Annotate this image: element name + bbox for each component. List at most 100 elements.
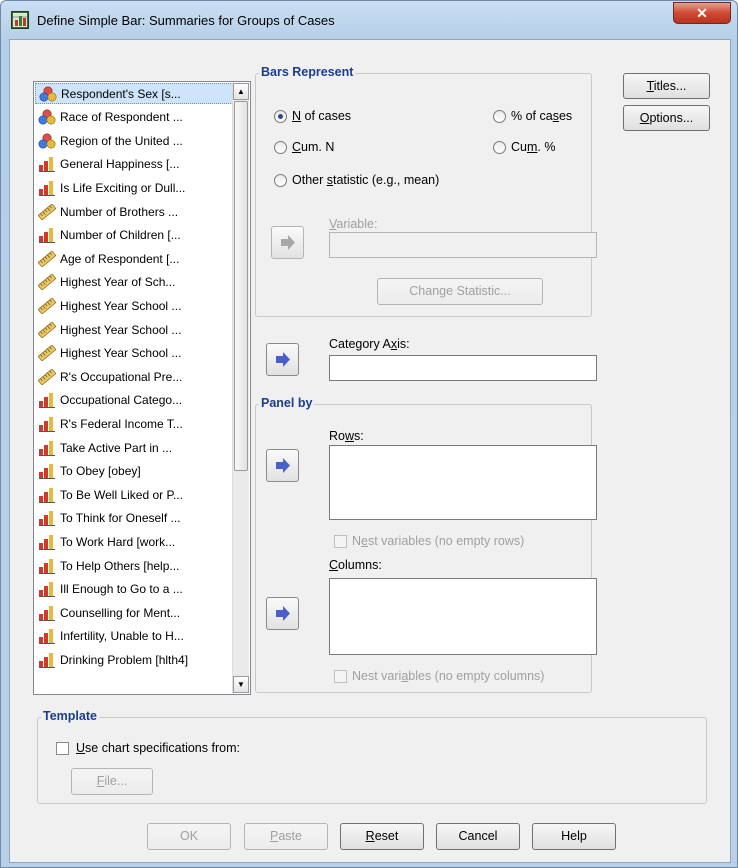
ordinal-variable-icon bbox=[38, 463, 56, 480]
titles-button[interactable]: Titles... bbox=[623, 73, 710, 99]
nest-rows-checkbox[interactable] bbox=[334, 535, 347, 548]
variable-list-item[interactable]: To Be Well Liked or P... bbox=[35, 484, 233, 505]
panel-by-legend: Panel by bbox=[259, 396, 315, 410]
use-chart-specifications-label[interactable]: Use chart specifications from: bbox=[76, 741, 240, 755]
category-axis-field[interactable] bbox=[329, 355, 597, 381]
variable-label: General Happiness [... bbox=[60, 157, 180, 172]
other-statistic-label[interactable]: Other statistic (e.g., mean) bbox=[292, 173, 439, 187]
variable-list-item[interactable]: Race of Respondent ... bbox=[35, 107, 233, 128]
cum-percent-radio[interactable] bbox=[493, 141, 506, 154]
move-variable-button[interactable] bbox=[271, 226, 304, 259]
variable-label: To Help Others [help... bbox=[60, 558, 180, 573]
ok-button[interactable]: OK bbox=[147, 823, 231, 850]
variable-list-item[interactable]: Occupational Catego... bbox=[35, 390, 233, 411]
ordinal-variable-icon bbox=[38, 227, 56, 244]
other-statistic-radio[interactable] bbox=[274, 174, 287, 187]
columns-field[interactable] bbox=[329, 578, 597, 655]
variable-list-item[interactable]: Highest Year of Sch... bbox=[35, 272, 233, 293]
scale-variable-icon bbox=[37, 344, 57, 362]
variable-label: Race of Respondent ... bbox=[60, 110, 183, 125]
cum-n-radio[interactable] bbox=[274, 141, 287, 154]
nominal-variable-icon bbox=[38, 133, 56, 149]
rows-label: Rows: bbox=[329, 429, 364, 443]
file-button[interactable]: File... bbox=[71, 768, 153, 795]
variable-list-item[interactable]: Counselling for Ment... bbox=[35, 602, 233, 623]
n-of-cases-radio[interactable] bbox=[274, 110, 287, 123]
ordinal-variable-icon bbox=[38, 581, 56, 598]
close-button[interactable]: ✕ bbox=[673, 2, 731, 24]
percent-of-cases-radio[interactable] bbox=[493, 110, 506, 123]
cum-n-label[interactable]: Cum. N bbox=[292, 140, 334, 154]
move-rows-button[interactable] bbox=[266, 449, 299, 482]
variable-label: To Obey [obey] bbox=[60, 464, 141, 479]
variable-list-item[interactable]: Number of Brothers ... bbox=[35, 201, 233, 222]
nominal-variable-icon bbox=[38, 109, 56, 125]
variable-list-item[interactable]: R's Occupational Pre... bbox=[35, 366, 233, 387]
variable-list-item[interactable]: Number of Children [... bbox=[35, 225, 233, 246]
move-category-axis-button[interactable] bbox=[266, 343, 299, 376]
scale-variable-icon bbox=[37, 202, 57, 221]
variable-list-item[interactable]: To Think for Oneself ... bbox=[35, 508, 233, 529]
variable-list-item[interactable]: To Obey [obey] bbox=[35, 461, 233, 482]
variable-field[interactable] bbox=[329, 232, 597, 258]
dialog-body: Drinking Problem [hlth4] Infertility, Una… bbox=[9, 39, 731, 863]
variable-list-item[interactable]: R's Federal Income T... bbox=[35, 413, 233, 434]
variable-list-item[interactable]: Ill Enough to Go to a ... bbox=[35, 579, 233, 600]
cancel-button[interactable]: Cancel bbox=[436, 823, 520, 850]
paste-button[interactable]: Paste bbox=[244, 823, 328, 850]
move-columns-button[interactable] bbox=[266, 597, 299, 630]
variable-label: Respondent's Sex [s... bbox=[61, 86, 181, 101]
help-button[interactable]: Help bbox=[532, 823, 616, 850]
title-bar[interactable]: Define Simple Bar: Summaries for Groups … bbox=[1, 1, 737, 39]
variable-label: Highest Year of Sch... bbox=[60, 275, 176, 290]
nominal-variable-icon bbox=[39, 86, 57, 102]
ordinal-variable-icon bbox=[38, 180, 56, 196]
variable-list-item[interactable]: Infertility, Unable to H... bbox=[35, 626, 233, 647]
variable-label: R's Federal Income T... bbox=[60, 416, 183, 431]
n-of-cases-label[interactable]: N of cases bbox=[292, 109, 351, 123]
reset-button[interactable]: Reset bbox=[340, 823, 424, 850]
variable-label: Number of Children [... bbox=[60, 228, 181, 243]
scroll-thumb[interactable] bbox=[234, 101, 248, 471]
variable-list-item[interactable]: To Help Others [help... bbox=[35, 555, 233, 576]
ordinal-variable-icon bbox=[38, 510, 56, 527]
scale-variable-icon bbox=[37, 320, 57, 339]
variable-list-item[interactable]: Highest Year School ... bbox=[35, 295, 233, 316]
variable-list-item[interactable]: Age of Respondent [... bbox=[35, 248, 233, 269]
variable-list-item[interactable]: Respondent's Sex [s... bbox=[35, 83, 233, 104]
variable-label: Highest Year School ... bbox=[60, 298, 182, 313]
variable-list-item[interactable]: Take Active Part in ... bbox=[35, 437, 233, 458]
percent-of-cases-label[interactable]: % of cases bbox=[511, 109, 572, 123]
template-legend: Template bbox=[41, 709, 99, 723]
ordinal-variable-icon bbox=[38, 652, 56, 668]
variable-list-item[interactable]: Region of the United ... bbox=[35, 130, 233, 151]
nest-columns-label[interactable]: Nest variables (no empty columns) bbox=[352, 669, 544, 683]
variable-label: Counselling for Ment... bbox=[60, 605, 181, 620]
nest-rows-label[interactable]: Nest variables (no empty rows) bbox=[352, 534, 524, 548]
list-scrollbar[interactable]: ▲ ▼ bbox=[232, 83, 249, 693]
variable-list-item[interactable]: Highest Year School ... bbox=[35, 343, 233, 364]
columns-label: Columns: bbox=[329, 558, 382, 572]
scroll-down-button[interactable]: ▼ bbox=[233, 676, 249, 693]
variable-list-item[interactable]: Is Life Exciting or Dull... bbox=[35, 177, 233, 198]
variable-list-item[interactable]: To Work Hard [work... bbox=[35, 531, 233, 552]
variable-list-item[interactable]: Highest Year School ... bbox=[35, 319, 233, 340]
cum-percent-label[interactable]: Cum. % bbox=[511, 140, 555, 154]
source-variable-list[interactable]: Drinking Problem [hlth4] Infertility, Una… bbox=[33, 81, 251, 695]
variable-list-item[interactable]: Drinking Problem [hlth4] bbox=[35, 649, 233, 670]
ordinal-variable-icon bbox=[38, 440, 56, 456]
options-button[interactable]: Options... bbox=[623, 105, 710, 131]
variable-label: Is Life Exciting or Dull... bbox=[60, 180, 186, 195]
variable-label: To Think for Oneself ... bbox=[60, 511, 181, 526]
nest-columns-checkbox[interactable] bbox=[334, 670, 347, 683]
scale-variable-icon bbox=[37, 368, 57, 386]
variable-list-item[interactable]: General Happiness [... bbox=[35, 154, 233, 175]
use-chart-specifications-checkbox[interactable] bbox=[56, 742, 69, 755]
rows-field[interactable] bbox=[329, 445, 597, 520]
scroll-up-button[interactable]: ▲ bbox=[233, 83, 249, 100]
variable-label: Age of Respondent [... bbox=[60, 251, 180, 266]
chart-app-icon bbox=[11, 11, 29, 29]
variable-label: Highest Year School ... bbox=[60, 322, 182, 337]
ordinal-variable-icon bbox=[38, 487, 56, 503]
change-statistic-button[interactable]: Change Statistic... bbox=[377, 278, 543, 305]
